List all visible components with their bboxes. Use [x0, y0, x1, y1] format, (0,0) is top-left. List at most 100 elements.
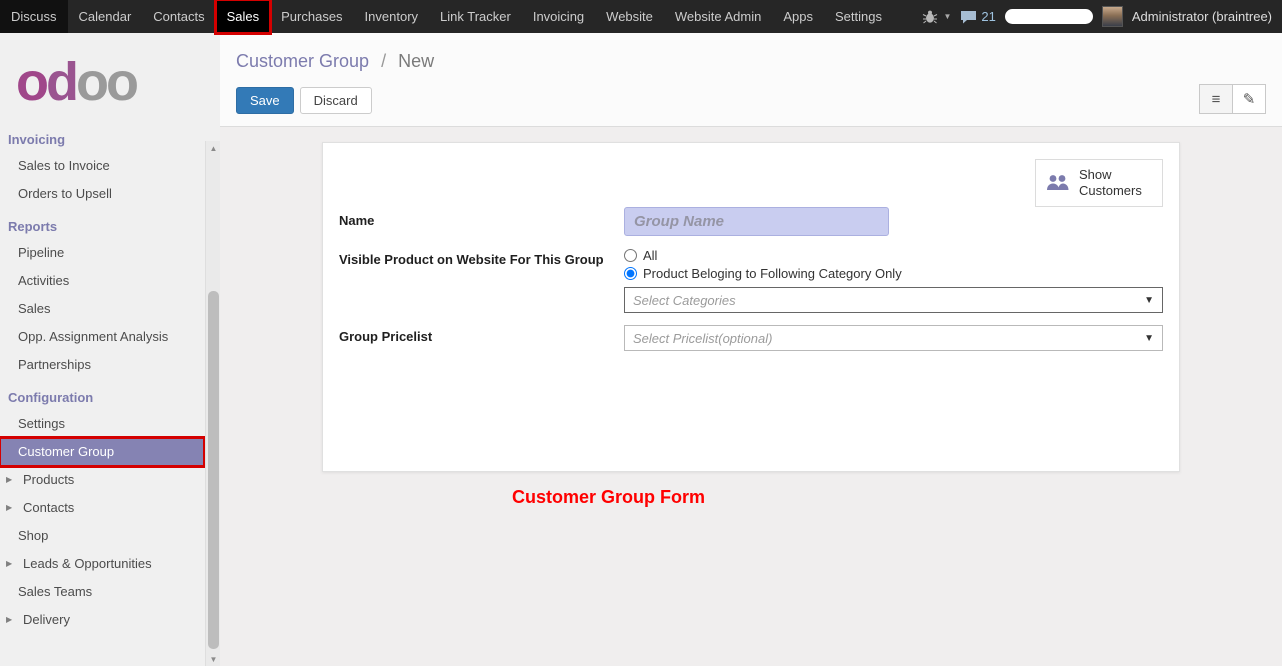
topnav-item-calendar[interactable]: Calendar	[68, 0, 143, 33]
users-icon	[1045, 173, 1071, 193]
expand-arrow-icon[interactable]: ▶	[6, 612, 18, 628]
sidebar-item-label: Sales Teams	[18, 584, 92, 600]
sidebar-item-label: Contacts	[23, 500, 74, 516]
topnav-item-invoicing[interactable]: Invoicing	[522, 0, 595, 33]
expand-arrow-icon[interactable]: ▶	[6, 556, 18, 572]
radio-input[interactable]	[624, 249, 637, 262]
sidebar: odoo Invoicing Sales to Invoice Orders to …	[0, 33, 220, 666]
sidebar-item-customer-group[interactable]: Customer Group	[0, 438, 204, 466]
debug-caret-down-icon[interactable]: ▼	[943, 12, 951, 21]
view-switcher: ≡ ✎	[1199, 84, 1266, 114]
expand-arrow-icon[interactable]: ▶	[6, 472, 18, 488]
sidebar-item-label: Products	[23, 472, 74, 488]
sidebar-item-label: Sales	[18, 301, 51, 317]
topnav-item-contacts[interactable]: Contacts	[142, 0, 215, 33]
categories-select[interactable]: Select Categories ▼	[624, 287, 1163, 313]
topnav-item-apps[interactable]: Apps	[772, 0, 824, 33]
show-customers-button[interactable]: Show Customers	[1035, 159, 1163, 207]
messages-button[interactable]: 21	[960, 9, 995, 24]
sidebar-item-orders-to-upsell[interactable]: Orders to Upsell	[0, 180, 220, 208]
sidebar-item-label: Opp. Assignment Analysis	[18, 329, 168, 345]
topnav-right: ▼ 21 Administrator (braintree)	[922, 0, 1282, 33]
expand-arrow-icon[interactable]: ▶	[6, 500, 18, 516]
sidebar-item-sales-to-invoice[interactable]: Sales to Invoice	[0, 152, 220, 180]
sidebar-item-sales[interactable]: Sales	[0, 295, 220, 323]
sidebar-item-pipeline[interactable]: Pipeline	[0, 239, 220, 267]
breadcrumb-parent[interactable]: Customer Group	[236, 51, 369, 71]
breadcrumb-current: New	[398, 51, 434, 71]
odoo-logo[interactable]: odoo	[0, 33, 220, 117]
sidebar-item-label: Shop	[18, 528, 48, 544]
pricelist-select-placeholder: Select Pricelist(optional)	[633, 331, 772, 346]
topnav-item-discuss[interactable]: Discuss	[0, 0, 68, 33]
sidebar-item-label: Activities	[18, 273, 69, 289]
sidebar-item-label: Orders to Upsell	[18, 186, 112, 202]
messages-count: 21	[981, 9, 995, 24]
sidebar-section-configuration: Configuration	[0, 379, 220, 410]
form-view-button[interactable]: ✎	[1232, 84, 1266, 114]
topnav-item-purchases[interactable]: Purchases	[270, 0, 353, 33]
radio-label: Product Beloging to Following Category O…	[643, 266, 902, 281]
scrollbar-thumb[interactable]	[208, 291, 219, 649]
sidebar-item-shop[interactable]: Shop	[0, 522, 220, 550]
sidebar-item-label: Customer Group	[18, 444, 114, 460]
discard-button[interactable]: Discard	[300, 87, 372, 114]
control-panel: Customer Group / New Save Discard ≡ ✎	[220, 33, 1282, 127]
categories-select-placeholder: Select Categories	[633, 293, 736, 308]
sidebar-item-activities[interactable]: Activities	[0, 267, 220, 295]
user-menu-label[interactable]: Administrator (braintree)	[1132, 9, 1272, 24]
status-pill	[1005, 9, 1093, 24]
chat-bubble-icon	[960, 10, 977, 24]
sidebar-item-label: Partnerships	[18, 357, 91, 373]
name-field-label: Name	[339, 207, 624, 228]
list-view-button[interactable]: ≡	[1199, 84, 1233, 114]
sidebar-item-leads-opportunities[interactable]: ▶Leads & Opportunities	[0, 550, 220, 578]
topnav-item-sales[interactable]: Sales	[216, 0, 271, 33]
sidebar-item-label: Sales to Invoice	[18, 158, 110, 174]
breadcrumb: Customer Group / New	[236, 51, 1266, 72]
topnav-item-inventory[interactable]: Inventory	[354, 0, 429, 33]
sidebar-item-sales-teams[interactable]: Sales Teams	[0, 578, 220, 606]
visibility-option-all[interactable]: All	[624, 248, 1163, 263]
topnav-items: DiscussCalendarContactsSalesPurchasesInv…	[0, 0, 893, 33]
sidebar-item-products[interactable]: ▶ Products	[0, 466, 220, 494]
group-name-input[interactable]	[624, 207, 889, 236]
avatar[interactable]	[1102, 6, 1123, 27]
pricelist-select[interactable]: Select Pricelist(optional) ▼	[624, 325, 1163, 351]
topnav-item-website[interactable]: Website	[595, 0, 664, 33]
sidebar-section-invoicing: Invoicing	[0, 121, 220, 152]
sidebar-item-settings[interactable]: Settings	[0, 410, 220, 438]
annotation-caption: Customer Group Form	[512, 487, 705, 508]
scroll-down-arrow-icon[interactable]: ▼	[206, 652, 220, 666]
topnav-item-link-tracker[interactable]: Link Tracker	[429, 0, 522, 33]
save-button[interactable]: Save	[236, 87, 294, 114]
form-sheet: Show Customers Name Visible Product on W…	[322, 142, 1180, 472]
caret-down-icon: ▼	[1144, 295, 1154, 306]
sidebar-scrollbar[interactable]: ▲ ▼	[205, 141, 220, 666]
sidebar-item-contacts[interactable]: ▶ Contacts	[0, 494, 220, 522]
topnav-item-settings[interactable]: Settings	[824, 0, 893, 33]
form-view-icon: ✎	[1243, 90, 1256, 108]
sidebar-item-label: Pipeline	[18, 245, 64, 261]
caret-down-icon: ▼	[1144, 333, 1154, 344]
visibility-field-label: Visible Product on Website For This Grou…	[339, 246, 624, 267]
sidebar-item-delivery[interactable]: ▶Delivery	[0, 606, 220, 634]
pricelist-field-label: Group Pricelist	[339, 323, 624, 344]
breadcrumb-separator: /	[381, 51, 386, 71]
sidebar-item-opp-assignment-analysis[interactable]: Opp. Assignment Analysis	[0, 323, 220, 351]
debug-bug-icon[interactable]	[922, 10, 938, 24]
sidebar-item-partnerships[interactable]: Partnerships	[0, 351, 220, 379]
form-fields: Name Visible Product on Website For This…	[339, 207, 1163, 351]
page-layout: odoo Invoicing Sales to Invoice Orders to …	[0, 33, 1282, 666]
scroll-up-arrow-icon[interactable]: ▲	[206, 141, 220, 155]
radio-input[interactable]	[624, 267, 637, 280]
visibility-options: All Product Beloging to Following Categor…	[624, 248, 1163, 281]
top-navbar: DiscussCalendarContactsSalesPurchasesInv…	[0, 0, 1282, 33]
main-content: Customer Group / New Save Discard ≡ ✎	[220, 33, 1282, 666]
topnav-item-website-admin[interactable]: Website Admin	[664, 0, 772, 33]
list-view-icon: ≡	[1212, 91, 1221, 108]
sidebar-menu: Invoicing Sales to Invoice Orders to Upsel…	[0, 117, 220, 634]
visibility-option-product-beloging-to-following-[interactable]: Product Beloging to Following Category O…	[624, 266, 1163, 281]
sidebar-item-label: Settings	[18, 416, 65, 432]
show-customers-label: Show Customers	[1079, 167, 1153, 199]
